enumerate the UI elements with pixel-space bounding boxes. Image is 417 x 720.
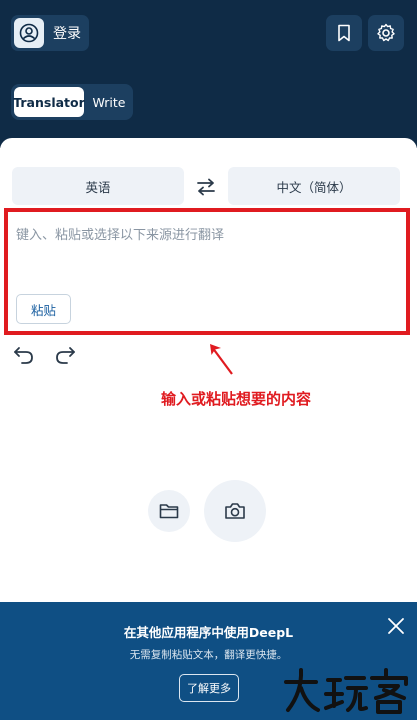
settings-button[interactable] (368, 15, 404, 51)
folder-icon (159, 504, 179, 519)
undo-icon (14, 347, 33, 364)
target-language-button[interactable]: 中文（简体） (228, 167, 400, 205)
annotation-arrow-icon (204, 340, 244, 380)
camera-icon (225, 503, 245, 519)
camera-button[interactable] (204, 480, 266, 542)
user-icon (14, 18, 44, 48)
mode-tabs: Translator Write (11, 84, 133, 120)
source-text-input[interactable]: 键入、粘贴或选择以下来源进行翻译 粘贴 (4, 208, 410, 335)
bookmark-icon (338, 24, 350, 42)
promo-subtitle: 无需复制粘贴文本，翻译更快捷。 (129, 649, 288, 661)
bookmark-button[interactable] (326, 15, 362, 51)
swap-languages-button[interactable] (192, 174, 220, 200)
open-file-button[interactable] (148, 490, 190, 532)
login-label: 登录 (53, 26, 81, 42)
undo-button[interactable] (13, 345, 35, 365)
redo-icon (56, 347, 75, 364)
paste-button[interactable]: 粘贴 (16, 294, 71, 324)
promo-title: 在其他应用程序中使用DeepL (123, 625, 294, 640)
annotation-label: 输入或粘贴想要的内容 (161, 390, 312, 408)
tab-write[interactable]: Write (87, 87, 131, 117)
learn-more-button[interactable]: 了解更多 (179, 674, 239, 702)
swap-arrows-icon (197, 178, 215, 196)
source-language-button[interactable]: 英语 (12, 167, 184, 205)
watermark-logo (282, 664, 412, 716)
login-button[interactable]: 登录 (11, 15, 89, 51)
tab-translator[interactable]: Translator (13, 87, 85, 117)
gear-icon (377, 23, 395, 42)
redo-button[interactable] (54, 345, 76, 365)
promo-close-button[interactable] (386, 616, 406, 636)
close-icon (388, 618, 404, 634)
input-placeholder: 键入、粘贴或选择以下来源进行翻译 (16, 228, 225, 243)
